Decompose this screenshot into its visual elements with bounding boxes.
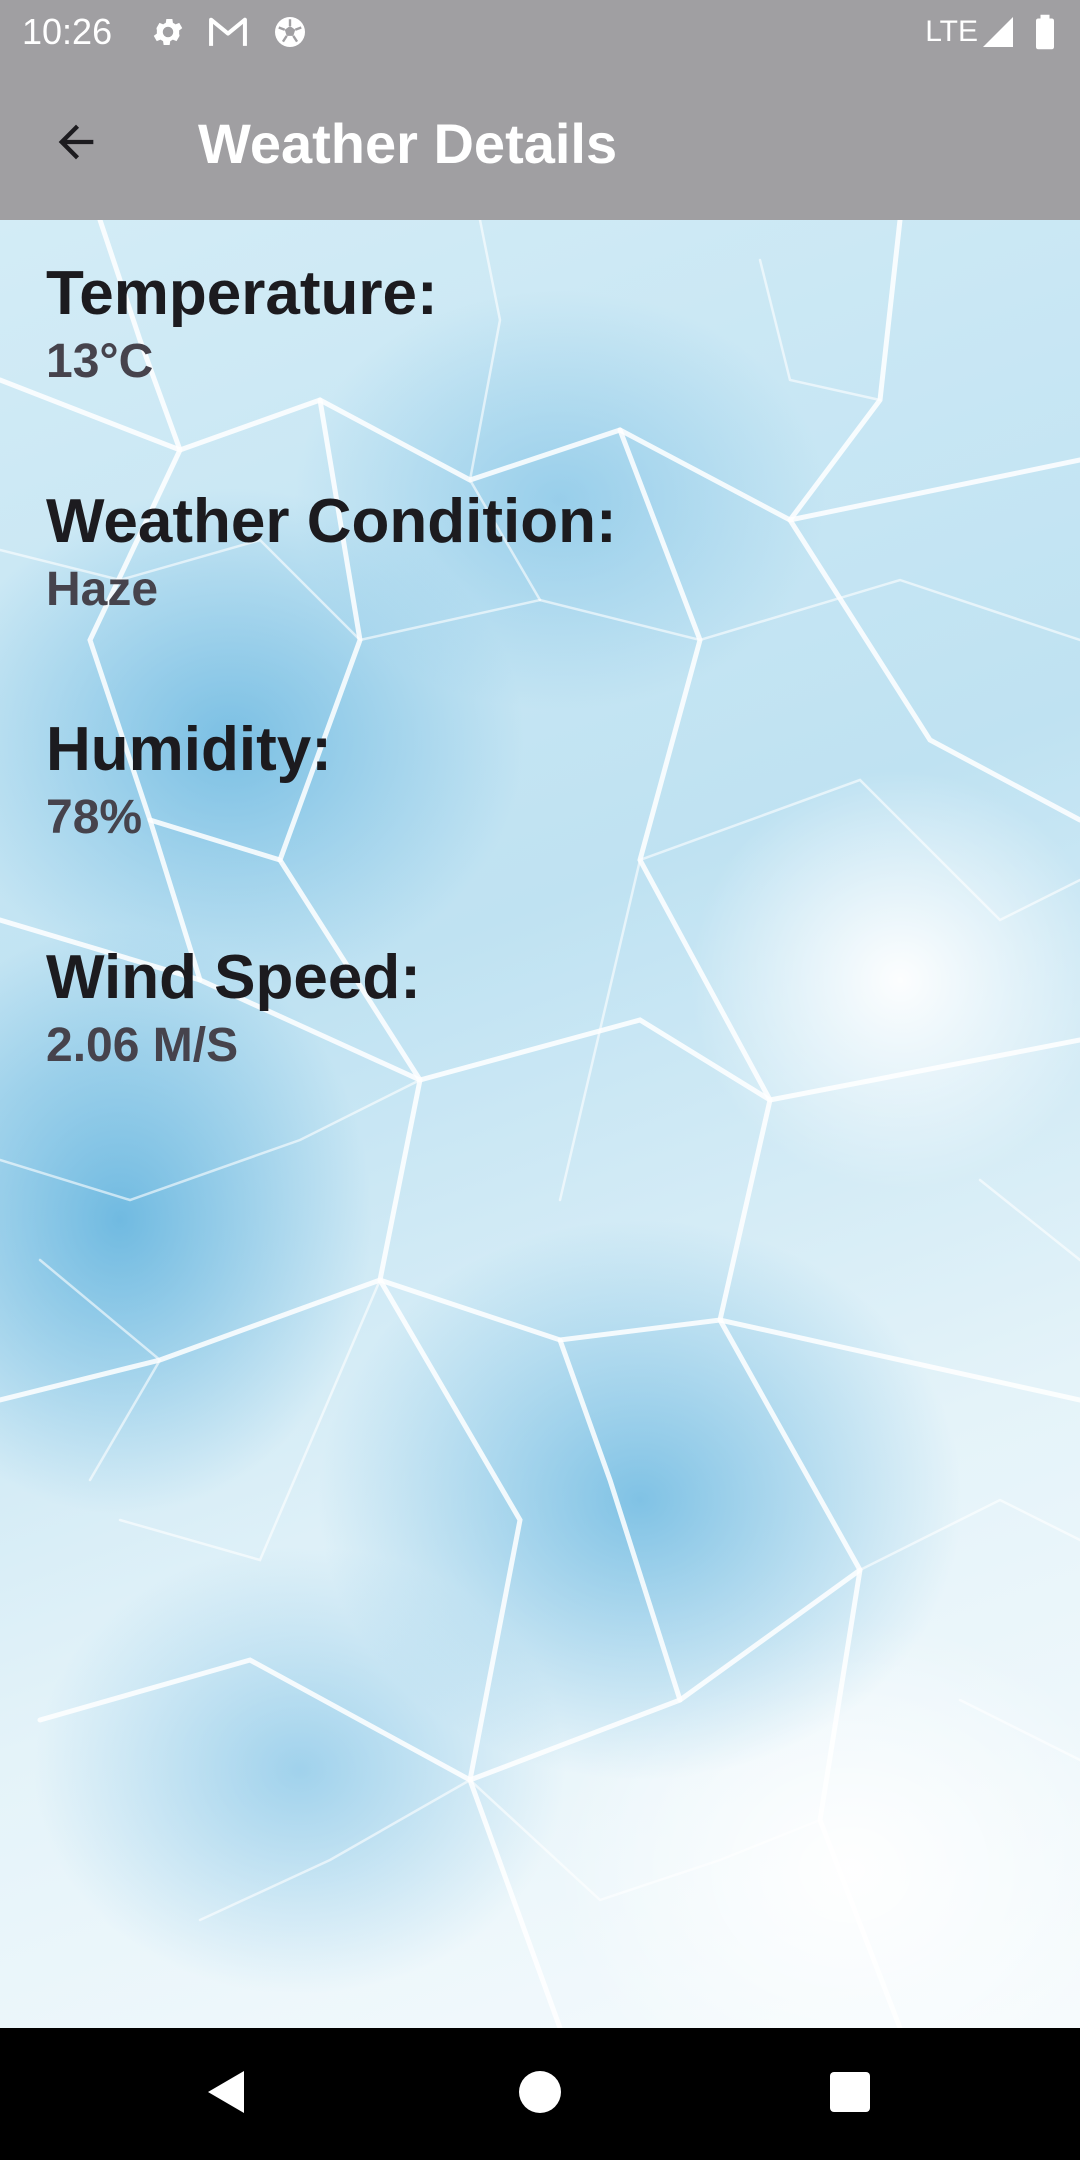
- system-nav-bar: [0, 2028, 1080, 2160]
- back-button[interactable]: [40, 108, 112, 180]
- condition-value: Haze: [46, 563, 159, 616]
- condition-label: Weather Condition:: [46, 487, 617, 556]
- nav-home-button[interactable]: [500, 2054, 580, 2134]
- signal-icon: [980, 14, 1016, 50]
- temperature-value: 13°C: [46, 335, 154, 388]
- status-time: 10:26: [22, 11, 113, 52]
- status-bar: 10:26 LTE: [0, 0, 1080, 64]
- gmail-icon: [208, 14, 247, 50]
- page-title: Weather Details: [198, 112, 618, 175]
- back-triangle-icon: [204, 2068, 248, 2121]
- soccer-ball-icon: [272, 14, 308, 50]
- recents-square-icon: [829, 2071, 871, 2118]
- wind-speed-item: Wind Speed: 2.06 M/S: [46, 940, 421, 1076]
- arrow-back-icon: [50, 116, 102, 173]
- home-circle-icon: [518, 2070, 562, 2119]
- condition-item: Weather Condition: Haze: [46, 484, 617, 620]
- humidity-value: 78%: [46, 791, 143, 844]
- humidity-item: Humidity: 78%: [46, 712, 332, 848]
- nav-recents-button[interactable]: [810, 2054, 890, 2134]
- settings-icon: [150, 14, 186, 50]
- temperature-label: Temperature:: [46, 259, 438, 328]
- network-type: LTE: [925, 15, 978, 48]
- battery-icon: [1034, 14, 1070, 50]
- app-bar: Weather Details: [0, 64, 1080, 220]
- weather-details-panel: Temperature: 13°C Weather Condition: Haz…: [0, 220, 1080, 2028]
- wind-speed-value: 2.06 M/S: [46, 1019, 239, 1072]
- temperature-item: Temperature: 13°C: [46, 256, 438, 392]
- wind-speed-label: Wind Speed:: [46, 943, 421, 1012]
- humidity-label: Humidity:: [46, 715, 332, 784]
- nav-back-button[interactable]: [186, 2054, 266, 2134]
